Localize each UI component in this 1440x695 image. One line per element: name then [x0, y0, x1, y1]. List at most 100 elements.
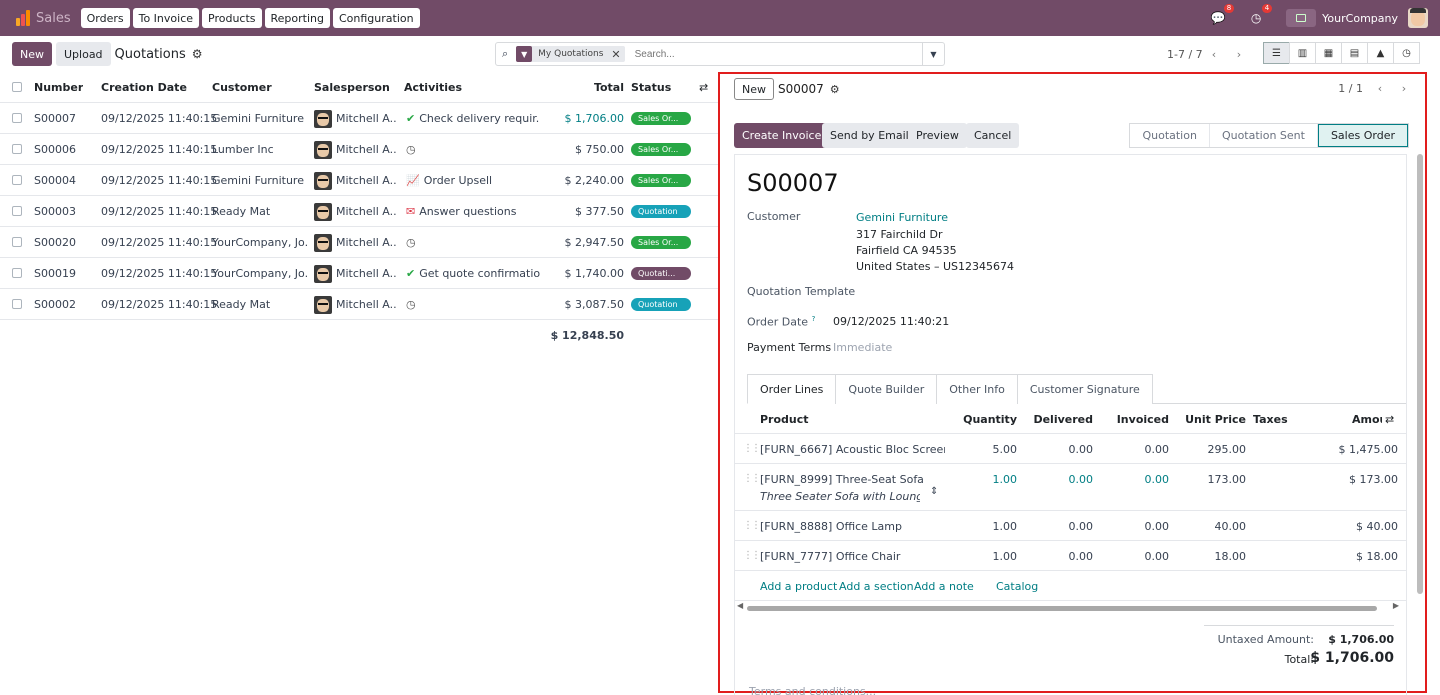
- col-activities[interactable]: Activities: [404, 72, 462, 103]
- col-salesperson[interactable]: Salesperson: [314, 72, 390, 103]
- search-icon[interactable]: ⌕: [502, 47, 508, 61]
- menu-reporting[interactable]: Reporting: [264, 8, 330, 28]
- row-activity[interactable]: ✔ Check delivery requir...: [406, 103, 540, 134]
- create-invoice-button[interactable]: Create Invoice: [734, 123, 830, 148]
- tab-order-lines[interactable]: Order Lines: [747, 374, 837, 404]
- order-line-row[interactable]: ⋮⋮ [FURN_8888] Office Lamp 1.00 0.00 0.00 40.…: [735, 511, 1406, 541]
- line-delivered[interactable]: 0.00: [1025, 511, 1094, 541]
- menu-configuration[interactable]: Configuration: [333, 8, 420, 28]
- customer-link[interactable]: Gemini Furniture: [856, 211, 948, 224]
- row-salesperson[interactable]: Mitchell A...: [314, 196, 396, 227]
- row-activity[interactable]: ◷: [406, 227, 540, 258]
- pager-value[interactable]: 1-7 / 7: [1167, 48, 1203, 61]
- row-activity[interactable]: ◷: [406, 134, 540, 165]
- horizontal-scrollbar[interactable]: ◀ ▶: [737, 601, 1399, 613]
- add-product-link[interactable]: Add a product: [760, 571, 837, 601]
- tab-customer-signature[interactable]: Customer Signature: [1016, 374, 1153, 404]
- line-product[interactable]: [FURN_8888] Office Lamp: [760, 511, 945, 541]
- calendar-view-icon[interactable]: ▦: [1315, 42, 1342, 64]
- tab-quote-builder[interactable]: Quote Builder: [835, 374, 938, 404]
- row-checkbox[interactable]: [12, 144, 22, 154]
- stage-quotation[interactable]: Quotation: [1130, 124, 1210, 147]
- col-quantity[interactable]: Quantity: [955, 404, 1017, 434]
- upload-button[interactable]: Upload: [56, 42, 111, 66]
- row-salesperson[interactable]: Mitchell A...: [314, 103, 396, 134]
- col-total[interactable]: Total: [560, 72, 624, 103]
- line-unit-price[interactable]: 173.00: [1175, 464, 1247, 494]
- help-icon[interactable]: ?: [812, 315, 816, 323]
- row-activity[interactable]: 📈 Order Upsell: [406, 165, 540, 196]
- form-gear-icon[interactable]: ⚙: [830, 83, 840, 96]
- row-checkbox[interactable]: [12, 206, 22, 216]
- line-quantity[interactable]: 5.00: [955, 434, 1018, 464]
- line-unit-price[interactable]: 40.00: [1175, 511, 1247, 541]
- scroll-thumb[interactable]: [747, 606, 1377, 611]
- order-date-value[interactable]: 09/12/2025 11:40:21: [833, 315, 949, 328]
- gear-icon[interactable]: ⚙: [192, 47, 203, 61]
- table-row[interactable]: S00004 09/12/2025 11:40:15 Gemini Furnitur…: [0, 165, 718, 196]
- line-delivered[interactable]: 0.00: [1025, 464, 1094, 494]
- payment-terms-field[interactable]: Immediate: [833, 341, 892, 354]
- drag-handle-icon[interactable]: ⋮⋮: [743, 473, 761, 484]
- col-invoiced[interactable]: Invoiced: [1105, 404, 1169, 434]
- col-amount[interactable]: Amou: [1352, 404, 1382, 434]
- table-row[interactable]: S00019 09/12/2025 11:40:15 YourCompany, Jo…: [0, 258, 718, 289]
- line-invoiced[interactable]: 0.00: [1105, 464, 1170, 494]
- menu-products[interactable]: Products: [202, 8, 262, 28]
- col-creation-date[interactable]: Creation Date: [101, 72, 187, 103]
- line-optional-columns-icon[interactable]: ⇄: [1385, 404, 1394, 434]
- tab-other-info[interactable]: Other Info: [936, 374, 1018, 404]
- form-next-icon[interactable]: ›: [1393, 78, 1415, 98]
- terms-field[interactable]: Terms and conditions...: [749, 685, 876, 695]
- order-line-row[interactable]: ⋮⋮ [FURN_7777] Office Chair 1.00 0.00 0.00 18…: [735, 541, 1406, 571]
- graph-view-icon[interactable]: ▲: [1367, 42, 1394, 64]
- order-line-row[interactable]: ⋮⋮[FURN_6667] Acoustic Bloc Screens ... 5…: [735, 434, 1406, 464]
- form-prev-icon[interactable]: ‹: [1369, 78, 1391, 98]
- user-avatar[interactable]: [1408, 8, 1428, 28]
- row-activity[interactable]: ✉ Answer questions: [406, 196, 540, 227]
- line-delivered[interactable]: 0.00: [1025, 541, 1094, 571]
- preview-button[interactable]: Preview: [908, 123, 967, 148]
- vertical-scrollbar[interactable]: [1417, 154, 1423, 594]
- drag-handle-icon[interactable]: ⋮⋮: [743, 550, 761, 561]
- row-activity[interactable]: ✔ Get quote confirmation: [406, 258, 540, 289]
- col-taxes[interactable]: Taxes: [1253, 404, 1288, 434]
- chat-icon[interactable]: 💬 8: [1210, 4, 1235, 26]
- add-section-link[interactable]: Add a section: [839, 571, 914, 601]
- scroll-right-icon[interactable]: ▶: [1393, 601, 1399, 610]
- line-description[interactable]: Three Seater Sofa with Lounger in: [760, 481, 920, 511]
- search-input[interactable]: [634, 48, 895, 60]
- sales-app-icon[interactable]: [16, 10, 30, 26]
- catalog-link[interactable]: Catalog: [996, 571, 1038, 601]
- row-checkbox[interactable]: [12, 299, 22, 309]
- line-unit-price[interactable]: 18.00: [1175, 541, 1247, 571]
- col-customer[interactable]: Customer: [212, 72, 272, 103]
- add-note-link[interactable]: Add a note: [914, 571, 974, 601]
- col-number[interactable]: Number: [34, 72, 83, 103]
- stage-sales-order[interactable]: Sales Order: [1317, 124, 1408, 147]
- pager-prev-icon[interactable]: ‹: [1203, 44, 1225, 64]
- row-checkbox[interactable]: [12, 113, 22, 123]
- line-quantity[interactable]: 1.00: [955, 541, 1018, 571]
- row-salesperson[interactable]: Mitchell A...: [314, 258, 396, 289]
- send-by-email-button[interactable]: Send by Email: [822, 123, 917, 148]
- table-row[interactable]: S00006 09/12/2025 11:40:15 Lumber Inc Mitch…: [0, 134, 718, 165]
- line-unit-price[interactable]: 295.00: [1175, 434, 1247, 464]
- optional-columns-icon[interactable]: ⇄: [699, 72, 708, 103]
- company-name[interactable]: YourCompany: [1322, 12, 1398, 25]
- pager-next-icon[interactable]: ›: [1228, 44, 1250, 64]
- row-salesperson[interactable]: Mitchell A...: [314, 289, 396, 320]
- stage-quotation-sent[interactable]: Quotation Sent: [1210, 124, 1318, 147]
- drag-handle-icon[interactable]: ⋮⋮: [743, 443, 761, 454]
- table-row[interactable]: S00020 09/12/2025 11:40:15 YourCompany, Jo…: [0, 227, 718, 258]
- row-salesperson[interactable]: Mitchell A...: [314, 134, 396, 165]
- form-new-button[interactable]: New: [734, 78, 774, 100]
- kanban-view-icon[interactable]: ▥: [1289, 42, 1316, 64]
- menu-to-invoice[interactable]: To Invoice: [132, 8, 200, 28]
- row-activity[interactable]: ◷: [406, 289, 540, 320]
- line-quantity[interactable]: 1.00: [955, 464, 1018, 494]
- facet-remove-icon[interactable]: ✕: [611, 48, 620, 61]
- drag-handle-icon[interactable]: ⋮⋮: [743, 520, 761, 531]
- select-all-checkbox[interactable]: [12, 82, 22, 92]
- line-invoiced[interactable]: 0.00: [1105, 511, 1170, 541]
